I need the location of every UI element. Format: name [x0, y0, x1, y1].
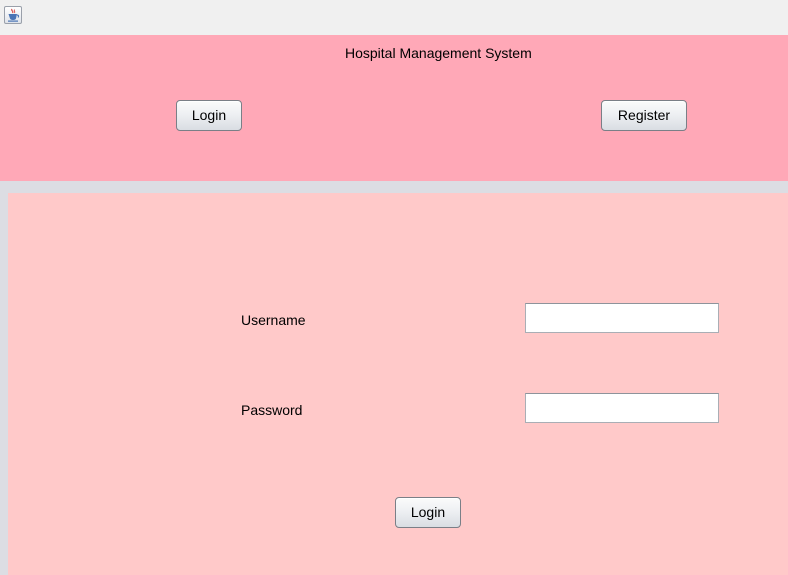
title-bar	[0, 0, 788, 35]
password-label: Password	[241, 402, 303, 418]
header-panel: Hospital Management System Login Registe…	[0, 35, 788, 181]
username-field[interactable]	[525, 303, 719, 333]
password-field[interactable]	[525, 393, 719, 423]
register-button[interactable]: Register	[601, 100, 687, 131]
header-login-button[interactable]: Login	[176, 100, 242, 131]
login-submit-button[interactable]: Login	[395, 497, 461, 528]
panel-divider	[0, 181, 788, 193]
username-label: Username	[241, 312, 306, 328]
java-cup-icon[interactable]	[4, 6, 22, 24]
login-form-panel: Username Password Login	[8, 193, 788, 575]
page-title: Hospital Management System	[345, 45, 532, 61]
app-window: Hospital Management System Login Registe…	[0, 0, 788, 575]
